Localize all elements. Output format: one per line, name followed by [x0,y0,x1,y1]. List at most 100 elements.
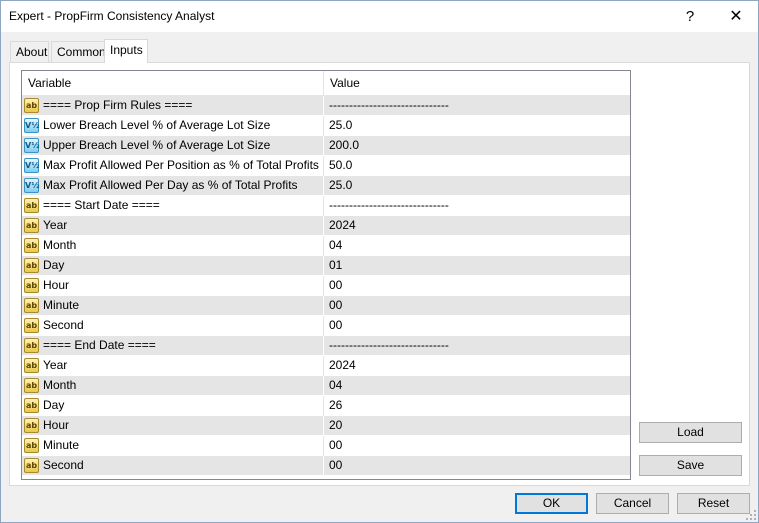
column-header-value[interactable]: Value [324,71,630,96]
table-row[interactable]: V½ Lower Breach Level % of Average Lot Si… [22,116,630,136]
variable-name: Month [43,238,77,252]
value-cell[interactable]: 00 [324,316,630,336]
table-row[interactable]: ab Day 01 [22,256,630,276]
value-cell[interactable]: ------------------------------ [324,196,630,216]
variable-name: ==== Prop Firm Rules ==== [43,98,193,112]
variable-name: ==== Start Date ==== [43,198,160,212]
variable-name: Day [43,398,65,412]
load-button[interactable]: Load [639,422,742,443]
string-type-icon: ab [24,418,39,433]
value-cell[interactable]: 00 [324,436,630,456]
tab-inputs[interactable]: Inputs [104,39,148,63]
value-cell[interactable]: 04 [324,236,630,256]
variable-cell: ab ==== Start Date ==== [22,196,324,216]
inputs-grid: Variable Value ab ==== Prop Firm Rules ==… [21,70,631,480]
value-cell[interactable]: 00 [324,296,630,316]
string-type-icon: ab [24,338,39,353]
value-cell[interactable]: 200.0 [324,136,630,156]
value-cell[interactable]: 01 [324,256,630,276]
string-type-icon: ab [24,278,39,293]
value-cell[interactable]: 00 [324,456,630,476]
table-row[interactable]: ab Month 04 [22,236,630,256]
variable-cell: ab Second [22,456,324,476]
help-button[interactable]: ? [667,1,713,32]
string-type-icon: ab [24,358,39,373]
variable-name: Minute [43,438,80,452]
variable-cell: ab Minute [22,436,324,456]
expert-properties-dialog: Expert - PropFirm Consistency Analyst ? … [0,0,759,523]
variable-name: Max Profit Allowed Per Position as % of … [43,158,319,172]
close-button[interactable]: ✕ [713,1,759,32]
value-cell[interactable]: ------------------------------ [324,336,630,356]
variable-cell: V½ Lower Breach Level % of Average Lot Si… [22,116,324,136]
value-cell[interactable]: 26 [324,396,630,416]
variable-cell: ab Minute [22,296,324,316]
table-row[interactable]: ab ==== End Date ==== --------------------… [22,336,630,356]
value-cell[interactable]: 2024 [324,356,630,376]
grid-rows: ab ==== Prop Firm Rules ==== -------------… [22,96,630,476]
double-type-icon: V½ [24,158,39,173]
double-type-icon: V½ [24,178,39,193]
variable-cell: ab Hour [22,276,324,296]
table-row[interactable]: ab Second 00 [22,316,630,336]
table-row[interactable]: V½ Max Profit Allowed Per Position as % o… [22,156,630,176]
table-row[interactable]: ab Hour 00 [22,276,630,296]
value-cell[interactable]: 2024 [324,216,630,236]
variable-name: Year [43,358,68,372]
column-header-variable[interactable]: Variable [22,71,324,96]
variable-cell: ab Month [22,376,324,396]
tab-common[interactable]: Common [51,41,106,62]
value-cell[interactable]: 50.0 [324,156,630,176]
variable-cell: ab Second [22,316,324,336]
value-cell[interactable]: 04 [324,376,630,396]
variable-name: Lower Breach Level % of Average Lot Size [43,118,271,132]
variable-name: Day [43,258,65,272]
variable-cell: ab Day [22,256,324,276]
string-type-icon: ab [24,398,39,413]
string-type-icon: ab [24,438,39,453]
table-row[interactable]: ab Year 2024 [22,356,630,376]
variable-name: Max Profit Allowed Per Day as % of Total… [43,178,298,192]
string-type-icon: ab [24,238,39,253]
value-cell[interactable]: 25.0 [324,116,630,136]
variable-cell: V½ Max Profit Allowed Per Day as % of Tot… [22,176,324,196]
value-cell[interactable]: 00 [324,276,630,296]
variable-name: Upper Breach Level % of Average Lot Size [43,138,271,152]
string-type-icon: ab [24,218,39,233]
table-row[interactable]: ab ==== Start Date ==== ------------------… [22,196,630,216]
table-row[interactable]: ab Month 04 [22,376,630,396]
variable-name: Minute [43,298,80,312]
table-row[interactable]: ab Minute 00 [22,296,630,316]
string-type-icon: ab [24,258,39,273]
table-row[interactable]: V½ Upper Breach Level % of Average Lot Si… [22,136,630,156]
reset-button[interactable]: Reset [677,493,750,514]
variable-name: ==== End Date ==== [43,338,156,352]
grid-header: Variable Value [22,71,630,96]
string-type-icon: ab [24,98,39,113]
value-cell[interactable]: ------------------------------ [324,96,630,116]
save-button[interactable]: Save [639,455,742,476]
ok-button[interactable]: OK [515,493,588,514]
table-row[interactable]: ab ==== Prop Firm Rules ==== -------------… [22,96,630,116]
variable-cell: ab ==== Prop Firm Rules ==== [22,96,324,116]
double-type-icon: V½ [24,138,39,153]
variable-cell: V½ Max Profit Allowed Per Position as % o… [22,156,324,176]
variable-name: Hour [43,278,70,292]
table-row[interactable]: ab Day 26 [22,396,630,416]
variable-cell: ab ==== End Date ==== [22,336,324,356]
value-cell[interactable]: 20 [324,416,630,436]
table-row[interactable]: ab Minute 00 [22,436,630,456]
value-cell[interactable]: 25.0 [324,176,630,196]
table-row[interactable]: V½ Max Profit Allowed Per Day as % of Tot… [22,176,630,196]
string-type-icon: ab [24,318,39,333]
table-row[interactable]: ab Hour 20 [22,416,630,436]
string-type-icon: ab [24,198,39,213]
resize-grip-icon[interactable] [746,510,756,520]
table-row[interactable]: ab Year 2024 [22,216,630,236]
variable-name: Second [43,318,84,332]
double-type-icon: V½ [24,118,39,133]
tab-about[interactable]: About [10,41,49,62]
table-row[interactable]: ab Second 00 [22,456,630,476]
cancel-button[interactable]: Cancel [596,493,669,514]
variable-cell: ab Year [22,356,324,376]
